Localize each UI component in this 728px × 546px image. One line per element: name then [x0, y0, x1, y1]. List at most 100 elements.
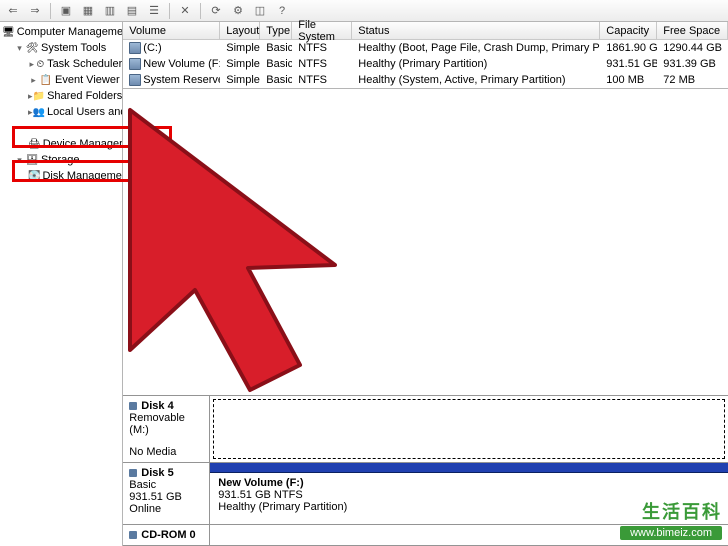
- event-icon: 📋: [39, 73, 53, 87]
- separator: [200, 3, 201, 19]
- disk5-type: Basic: [129, 479, 203, 491]
- disk5-title: Disk 5: [129, 467, 203, 479]
- settings-icon[interactable]: ⚙: [229, 2, 247, 20]
- collapse-icon[interactable]: ▾: [14, 43, 25, 54]
- tree-label: Computer Management: [17, 26, 124, 38]
- cell-type: Basic: [260, 58, 292, 70]
- forward-icon[interactable]: ⇒: [26, 2, 44, 20]
- tree-label: Event Viewer: [55, 74, 120, 86]
- partition-name: New Volume (F:): [218, 477, 720, 489]
- separator: [169, 3, 170, 19]
- volume-blank-area[interactable]: [123, 89, 728, 395]
- cell-capacity: 931.51 GB: [600, 58, 657, 70]
- tree-root[interactable]: 🖥 Computer Management: [0, 24, 122, 40]
- cell-free: 72 MB: [657, 74, 728, 86]
- disk-title-text: Disk 4: [141, 400, 173, 412]
- tools-icon: 🛠: [25, 41, 39, 55]
- cell-capacity: 1861.90 GB: [600, 42, 657, 54]
- computer-icon: 🖥: [2, 25, 15, 39]
- cdrom-title: CD-ROM 0: [129, 529, 203, 541]
- back-icon[interactable]: ⇐: [4, 2, 22, 20]
- col-volume[interactable]: Volume: [123, 22, 220, 39]
- cell-volume: New Volume (F:): [123, 58, 220, 70]
- help-icon[interactable]: ?: [273, 2, 291, 20]
- disk-icon: [129, 469, 137, 477]
- refresh-icon[interactable]: ⟳: [207, 2, 225, 20]
- cell-fs: NTFS: [292, 42, 352, 54]
- disk4-partition-empty[interactable]: [213, 399, 725, 459]
- expand-icon[interactable]: ▸: [28, 75, 39, 86]
- col-capacity[interactable]: Capacity: [600, 22, 657, 39]
- col-type[interactable]: Type: [260, 22, 292, 39]
- cell-status: Healthy (Primary Partition): [352, 58, 600, 70]
- volume-row[interactable]: New Volume (F:)SimpleBasicNTFSHealthy (P…: [123, 56, 728, 72]
- separator: [50, 3, 51, 19]
- tree-local-users[interactable]: ▸ 👥 Local Users and Gr: [0, 104, 122, 120]
- clock-icon: ⏲: [36, 57, 46, 71]
- cell-status: Healthy (Boot, Page File, Crash Dump, Pr…: [352, 42, 600, 54]
- col-filesystem[interactable]: File System: [292, 22, 352, 39]
- watermark: 生活百科 www.bimeiz.com: [620, 498, 722, 540]
- disk4-title: Disk 4: [129, 400, 203, 412]
- up-icon[interactable]: ▣: [57, 2, 75, 20]
- cell-free: 931.39 GB: [657, 58, 728, 70]
- tree-label: Task Scheduler: [47, 58, 122, 70]
- tree-label: System Tools: [41, 42, 106, 54]
- volume-row[interactable]: (C:)SimpleBasicNTFSHealthy (Boot, Page F…: [123, 40, 728, 56]
- volume-icon: [129, 42, 141, 54]
- toolbar: ⇐ ⇒ ▣ ▦ ▥ ▤ ☰ ✕ ⟳ ⚙ ◫ ?: [0, 0, 728, 22]
- col-status[interactable]: Status: [352, 22, 600, 39]
- tree-task-scheduler[interactable]: ▸ ⏲ Task Scheduler: [0, 56, 122, 72]
- disk5-state: Online: [129, 503, 203, 515]
- volume-icon: [129, 74, 141, 86]
- folder-icon: 📁: [33, 89, 45, 103]
- col-layout[interactable]: Layout: [220, 22, 260, 39]
- list-icon[interactable]: ☰: [145, 2, 163, 20]
- properties-icon[interactable]: ▦: [79, 2, 97, 20]
- cell-type: Basic: [260, 42, 292, 54]
- cell-layout: Simple: [220, 74, 260, 86]
- cell-status: Healthy (System, Active, Primary Partiti…: [352, 74, 600, 86]
- disk-icon: [129, 402, 137, 410]
- volume-rows: (C:)SimpleBasicNTFSHealthy (Boot, Page F…: [123, 40, 728, 88]
- volume-icon: [129, 58, 141, 70]
- cell-fs: NTFS: [292, 74, 352, 86]
- view-icon[interactable]: ▥: [101, 2, 119, 20]
- tree-system-tools[interactable]: ▾ 🛠 System Tools: [0, 40, 122, 56]
- disk-title-text: CD-ROM 0: [141, 529, 195, 541]
- highlight-disk-management: [12, 160, 172, 182]
- tree-shared-folders[interactable]: ▸ 📁 Shared Folders: [0, 88, 122, 104]
- tree-label: Local Users and Gr: [47, 106, 123, 118]
- tree-label: Shared Folders: [47, 90, 122, 102]
- highlight-device-manager: [12, 126, 172, 148]
- volume-row[interactable]: System ReservedSimpleBasicNTFSHealthy (S…: [123, 72, 728, 88]
- cell-layout: Simple: [220, 42, 260, 54]
- expand-icon[interactable]: ▸: [28, 59, 36, 70]
- partition-stripe: [210, 463, 728, 473]
- content-pane: Volume Layout Type File System Status Ca…: [123, 22, 728, 546]
- cell-layout: Simple: [220, 58, 260, 70]
- main-area: 🖥 Computer Management ▾ 🛠 System Tools ▸…: [0, 22, 728, 546]
- cell-fs: NTFS: [292, 58, 352, 70]
- cdrom-info: CD-ROM 0: [123, 525, 210, 545]
- disk4-type: Removable (M:): [129, 412, 203, 436]
- action-icon[interactable]: ◫: [251, 2, 269, 20]
- col-freespace[interactable]: Free Space: [657, 22, 728, 39]
- tree-pane: 🖥 Computer Management ▾ 🛠 System Tools ▸…: [0, 22, 123, 546]
- cell-type: Basic: [260, 74, 292, 86]
- cdrom-icon: [129, 531, 137, 539]
- cell-capacity: 100 MB: [600, 74, 657, 86]
- disk-title-text: Disk 5: [141, 467, 173, 479]
- disk5-info: Disk 5 Basic 931.51 GB Online: [123, 463, 210, 524]
- volume-table: Volume Layout Type File System Status Ca…: [123, 22, 728, 89]
- disk4-info: Disk 4 Removable (M:) No Media: [123, 396, 210, 462]
- delete-icon[interactable]: ✕: [176, 2, 194, 20]
- tree-event-viewer[interactable]: ▸ 📋 Event Viewer: [0, 72, 122, 88]
- disk4-row[interactable]: Disk 4 Removable (M:) No Media: [123, 396, 728, 463]
- view2-icon[interactable]: ▤: [123, 2, 141, 20]
- cell-volume: System Reserved: [123, 74, 220, 86]
- watermark-url: www.bimeiz.com: [620, 526, 722, 540]
- users-icon: 👥: [33, 105, 45, 119]
- disk4-media: No Media: [129, 446, 203, 458]
- cell-volume: (C:): [123, 42, 220, 54]
